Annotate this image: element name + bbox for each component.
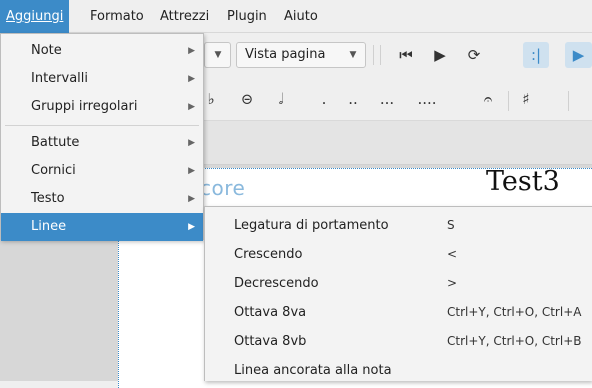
dot-glyph: ...: [379, 90, 395, 108]
playback-panel-icon[interactable]: ▶: [565, 42, 592, 68]
submenu-item-shortcut: <: [447, 247, 458, 261]
menu-item-label: Cornici: [31, 163, 76, 178]
menu-item-label: Note: [31, 43, 62, 58]
menu-item-intervalli[interactable]: Intervalli ▶: [1, 65, 203, 93]
submenu-item-ottava-8va[interactable]: Ottava 8va Ctrl+Y, Ctrl+O, Ctrl+A: [205, 298, 591, 327]
submenu-item-decrescendo[interactable]: Decrescendo >: [205, 269, 591, 298]
menu-label: Plugin: [227, 9, 267, 24]
menu-item-linee[interactable]: Linee ▶: [1, 213, 203, 241]
toolbar-separator: [568, 91, 569, 111]
submenu-item-label: Ottava 8va: [234, 305, 307, 320]
submenu-item-shortcut: S: [447, 218, 455, 232]
submenu-item-label: Crescendo: [234, 247, 303, 262]
rewind-icon[interactable]: ⏮: [393, 42, 419, 68]
menu-item-cornici[interactable]: Cornici ▶: [1, 157, 203, 185]
dot-glyph: ....: [417, 90, 437, 108]
menu-item-label: Intervalli: [31, 71, 89, 86]
chevron-down-icon: ▼: [349, 50, 357, 60]
menu-label: Aiuto: [284, 9, 318, 24]
add-menu: Note ▶ Intervalli ▶ Gruppi irregolari ▶ …: [0, 33, 204, 241]
triple-dot-icon[interactable]: ...: [374, 86, 400, 112]
toolbar-separator: [373, 45, 374, 65]
fermata-icon[interactable]: 𝄐: [475, 86, 501, 112]
menu-item-label: Testo: [31, 191, 65, 206]
submenu-item-shortcut: Ctrl+Y, Ctrl+O, Ctrl+B: [447, 334, 582, 348]
submenu-item-shortcut: >: [447, 276, 458, 290]
chevron-right-icon: ▶: [188, 222, 195, 232]
chevron-right-icon: ▶: [188, 166, 195, 176]
dot-glyph: .: [321, 90, 327, 108]
chevron-right-icon: ▶: [188, 102, 195, 112]
menu-item-label: Battute: [31, 135, 80, 150]
submenu-item-legatura[interactable]: Legatura di portamento S: [205, 211, 591, 240]
flat-glyph: ♭: [207, 90, 215, 108]
menu-aggiungi[interactable]: Aggiungi: [0, 0, 70, 33]
augmentation-dot-icon[interactable]: .: [314, 86, 334, 112]
lines-submenu: Legatura di portamento S Crescendo < Dec…: [204, 206, 592, 381]
menubar: Aggiungi Formato Attrezzi Plugin Aiuto: [0, 0, 592, 33]
chevron-right-icon: ▶: [188, 74, 195, 84]
submenu-item-shortcut: Ctrl+Y, Ctrl+O, Ctrl+A: [447, 305, 582, 319]
chevron-right-icon: ▶: [188, 194, 195, 204]
menu-aiuto[interactable]: Aiuto: [278, 0, 324, 33]
submenu-item-ottava-8vb[interactable]: Ottava 8vb Ctrl+Y, Ctrl+O, Ctrl+B: [205, 327, 591, 356]
view-mode-value: Vista pagina: [245, 47, 326, 62]
flat-icon[interactable]: ♭: [204, 86, 218, 112]
menu-item-label: Gruppi irregolari: [31, 99, 138, 114]
score-title[interactable]: Test3: [486, 166, 560, 197]
chevron-right-icon: ▶: [188, 46, 195, 56]
double-dot-icon[interactable]: ..: [340, 86, 366, 112]
dot-glyph: ..: [348, 90, 358, 108]
submenu-item-label: Ottava 8vb: [234, 334, 307, 349]
half-note-icon[interactable]: 𝅗𝅥: [268, 86, 294, 112]
menu-label: Aggiungi: [6, 9, 64, 24]
menu-item-note[interactable]: Note ▶: [1, 37, 203, 65]
play-icon[interactable]: ▶: [427, 42, 453, 68]
submenu-item-crescendo[interactable]: Crescendo <: [205, 240, 591, 269]
menu-plugin[interactable]: Plugin: [221, 0, 273, 33]
loop-icon[interactable]: ⟳: [461, 42, 487, 68]
submenu-item-label: Decrescendo: [234, 276, 319, 291]
toolbar-separator: [508, 91, 509, 111]
submenu-item-label: Legatura di portamento: [234, 218, 389, 233]
zoom-combo[interactable]: ▼: [204, 42, 231, 68]
menu-label: Attrezzi: [160, 9, 210, 24]
toolbar-separator: [380, 45, 381, 65]
menu-item-battute[interactable]: Battute ▶: [1, 129, 203, 157]
menu-label: Formato: [90, 9, 144, 24]
sharp-icon[interactable]: ♯: [513, 86, 539, 112]
chevron-down-icon: ▼: [214, 50, 222, 60]
chevron-right-icon: ▶: [188, 138, 195, 148]
whole-note-icon[interactable]: ⊝: [234, 86, 260, 112]
repeat-marker-icon[interactable]: :|: [523, 42, 549, 68]
menu-item-testo[interactable]: Testo ▶: [1, 185, 203, 213]
view-mode-select[interactable]: Vista pagina ▼: [236, 42, 366, 68]
menu-attrezzi[interactable]: Attrezzi: [154, 0, 215, 33]
musescore-watermark: core: [200, 176, 246, 200]
quadruple-dot-icon[interactable]: ....: [412, 86, 442, 112]
menu-formato[interactable]: Formato: [84, 0, 150, 33]
menu-item-gruppi-irregolari[interactable]: Gruppi irregolari ▶: [1, 93, 203, 121]
menu-separator: [5, 125, 199, 126]
menu-item-label: Linee: [31, 219, 67, 234]
